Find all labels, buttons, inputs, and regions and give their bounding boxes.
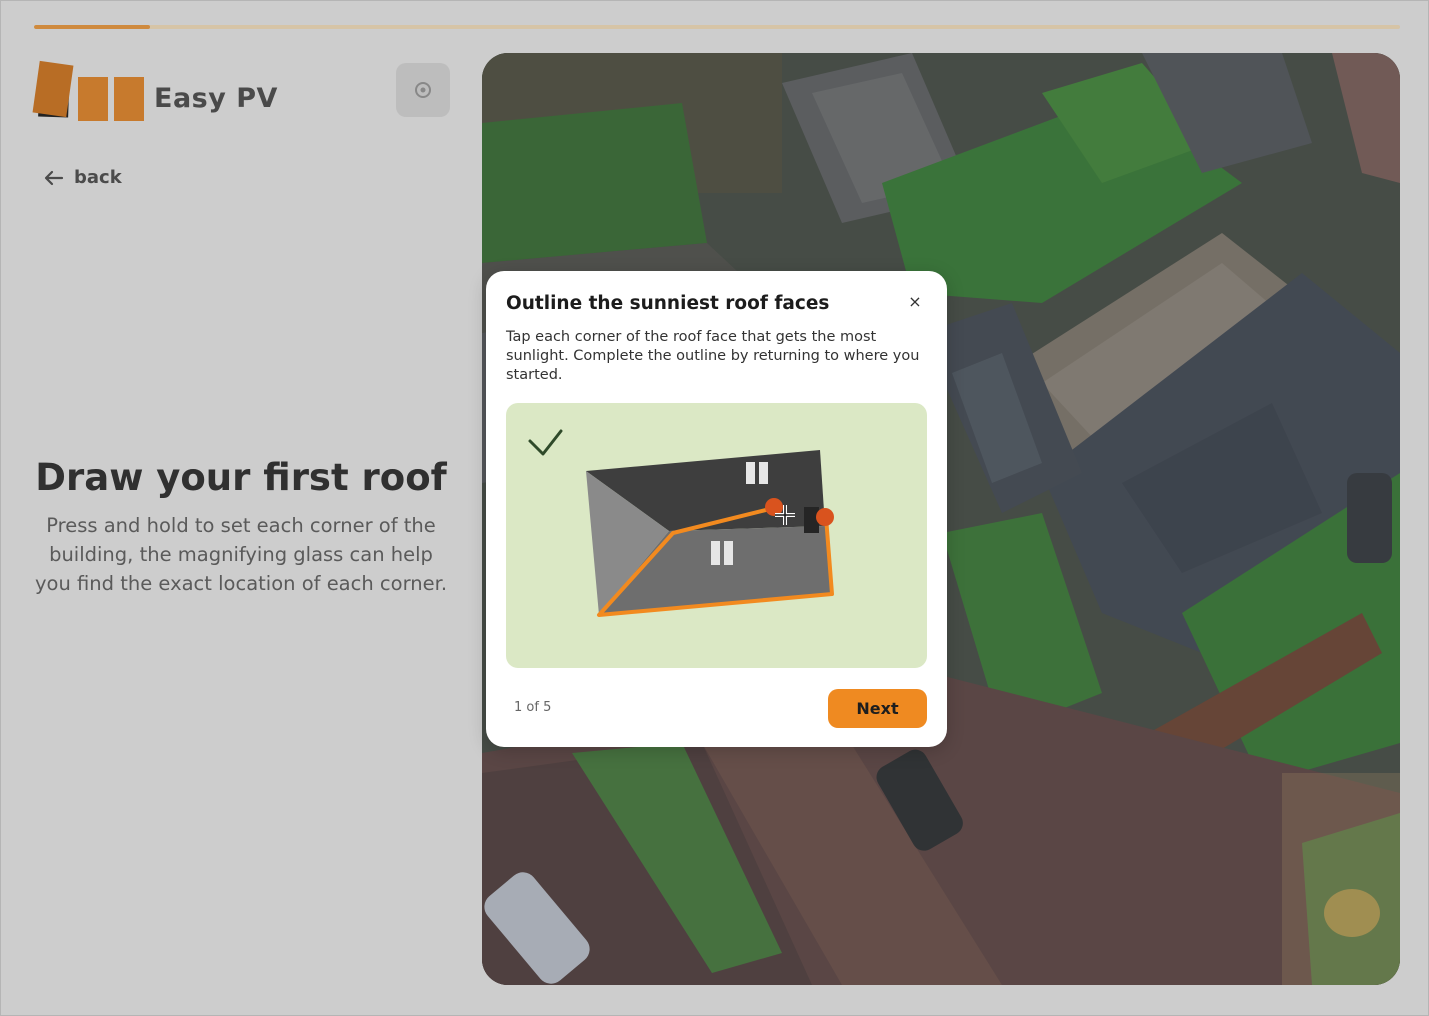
help-icon	[415, 82, 431, 98]
roof-window	[711, 541, 720, 565]
page-description: Press and hold to set each corner of the…	[34, 514, 448, 595]
brand-logo[interactable]: Easy PV	[32, 60, 278, 121]
app-frame: Easy PV back Draw your first roof Press …	[0, 0, 1429, 1016]
roof-window	[759, 462, 768, 484]
modal-instructions: Tap each corner of the roof face that ge…	[506, 329, 920, 383]
roof-window	[724, 541, 733, 565]
corner-dot	[816, 508, 834, 526]
back-link[interactable]: back	[44, 167, 122, 188]
next-button[interactable]: Next	[828, 689, 927, 728]
tutorial-modal: Outline the sunniest roof faces × Tap ea…	[486, 271, 947, 747]
close-icon: ×	[908, 292, 922, 311]
check-icon	[528, 429, 563, 456]
back-label: back	[74, 167, 122, 188]
page-title: Draw your first roof	[35, 456, 447, 499]
roof-outline-illustration	[506, 403, 927, 668]
roof-window	[746, 462, 755, 484]
brand-name: Easy PV	[154, 82, 278, 114]
solar-panel-tiles-logo	[32, 60, 146, 121]
step-indicator: 1 of 5	[514, 700, 552, 715]
arrow-left-icon	[44, 170, 64, 185]
progress-bar-fill	[34, 25, 151, 29]
progress-bar	[34, 25, 1400, 29]
modal-title: Outline the sunniest roof faces	[506, 293, 830, 314]
help-button[interactable]	[396, 63, 450, 117]
close-button[interactable]: ×	[906, 293, 924, 311]
